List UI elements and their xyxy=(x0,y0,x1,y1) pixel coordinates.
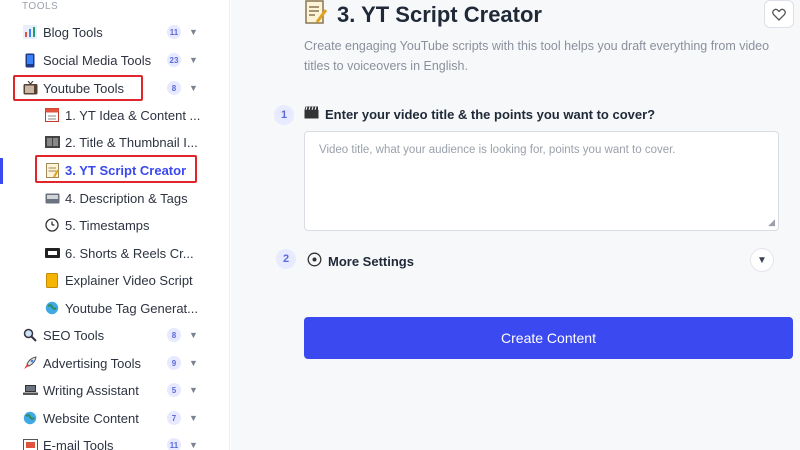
sidebar-item-label: Blog Tools xyxy=(43,24,103,40)
video-strip-icon xyxy=(44,245,60,261)
favorite-button[interactable] xyxy=(764,0,794,28)
sidebar-item-email-tools[interactable]: E-mail Tools xyxy=(22,434,114,450)
sidebar-subitem-label: 6. Shorts & Reels Cr... xyxy=(65,245,194,261)
chevron-down-icon[interactable]: ▼ xyxy=(189,358,198,368)
chevron-down-icon[interactable]: ▼ xyxy=(189,330,198,340)
sidebar-subitem-label: 1. YT Idea & Content ... xyxy=(65,107,201,123)
magnifier-icon xyxy=(22,327,38,343)
tag-icon xyxy=(44,190,60,206)
sidebar-item-blog-tools[interactable]: Blog Tools xyxy=(22,21,103,43)
envelope-icon xyxy=(22,437,38,450)
sidebar-item-advertising-tools[interactable]: Advertising Tools xyxy=(22,352,141,374)
chevron-down-icon[interactable]: ▼ xyxy=(189,27,198,37)
memo-icon xyxy=(44,162,60,178)
sidebar-subitem-description-tags[interactable]: 4. Description & Tags xyxy=(44,187,188,209)
sidebar-item-label: Website Content xyxy=(43,410,139,426)
sidebar-item-label: Advertising Tools xyxy=(43,355,142,371)
sidebar-item-social-media-tools[interactable]: Social Media Tools xyxy=(22,49,151,71)
sidebar-subitem-label: 4. Description & Tags xyxy=(65,190,188,206)
sidebar-subitem-youtube-tag-generator[interactable]: Youtube Tag Generat... xyxy=(44,297,198,319)
sidebar-item-label: SEO Tools xyxy=(43,327,105,343)
calendar-icon xyxy=(44,107,60,123)
sidebar-item-label: Youtube Tools xyxy=(43,80,124,96)
sidebar: TOOLS Blog Tools 11 ▼ Social Media Tools… xyxy=(0,0,230,450)
clock-icon xyxy=(44,217,60,233)
count-badge: 11 xyxy=(167,438,181,450)
sidebar-subitem-label: Explainer Video Script xyxy=(65,272,193,288)
heart-icon xyxy=(772,8,786,21)
resize-handle-icon[interactable]: ◢ xyxy=(768,217,775,228)
globe-icon xyxy=(44,300,60,316)
count-badge: 7 xyxy=(167,411,181,425)
sidebar-subitem-label: 5. Timestamps xyxy=(65,217,150,233)
clapper-board-icon xyxy=(304,106,319,122)
sidebar-section-title: TOOLS xyxy=(22,1,59,12)
document-icon xyxy=(44,272,60,288)
more-settings-toggle-label[interactable]: More Settings xyxy=(307,252,414,270)
sidebar-item-website-content[interactable]: Website Content xyxy=(22,407,139,429)
sidebar-subitem-yt-script-creator[interactable]: 3. YT Script Creator xyxy=(44,159,186,181)
main-panel: 3. YT Script Creator Create engaging You… xyxy=(231,0,800,450)
expand-settings-button[interactable]: ▼ xyxy=(750,248,774,272)
globe-icon xyxy=(22,410,38,426)
bar-chart-icon xyxy=(22,24,38,40)
sidebar-item-writing-assistant[interactable]: Writing Assistant xyxy=(22,379,139,401)
chevron-down-icon[interactable]: ▼ xyxy=(189,440,198,450)
create-content-button[interactable]: Create Content xyxy=(304,317,793,359)
count-badge: 11 xyxy=(167,25,181,39)
step-number: 2 xyxy=(276,249,296,269)
count-badge: 5 xyxy=(167,383,181,397)
sidebar-subitem-label: 2. Title & Thumbnail I... xyxy=(65,134,198,150)
active-indicator xyxy=(0,158,3,184)
sidebar-item-label: Social Media Tools xyxy=(43,52,152,68)
memo-icon xyxy=(305,0,328,30)
chevron-down-icon[interactable]: ▼ xyxy=(189,55,198,65)
chevron-down-icon[interactable]: ▼ xyxy=(189,385,198,395)
tv-icon xyxy=(22,80,38,96)
sidebar-item-label: E-mail Tools xyxy=(43,437,114,450)
chevron-down-icon[interactable]: ▼ xyxy=(189,83,198,93)
page-description: Create engaging YouTube scripts with thi… xyxy=(304,39,770,73)
film-icon xyxy=(44,134,60,150)
count-badge: 8 xyxy=(167,81,181,95)
input-placeholder: Video title, what your audience is looki… xyxy=(319,144,676,156)
sidebar-subitem-title-thumbnail[interactable]: 2. Title & Thumbnail I... xyxy=(44,131,198,153)
step-label-text: Enter your video title & the points you … xyxy=(325,106,656,122)
count-badge: 23 xyxy=(167,53,181,67)
rocket-icon xyxy=(22,355,38,371)
phone-icon xyxy=(22,52,38,68)
sidebar-subitem-yt-idea[interactable]: 1. YT Idea & Content ... xyxy=(44,104,200,126)
sidebar-item-label: Writing Assistant xyxy=(43,382,139,398)
chevron-down-icon: ▼ xyxy=(757,254,767,266)
sidebar-subitem-explainer-video[interactable]: Explainer Video Script xyxy=(44,269,193,291)
chevron-down-icon[interactable]: ▼ xyxy=(189,413,198,423)
settings-icon xyxy=(307,252,322,270)
sidebar-subitem-timestamps[interactable]: 5. Timestamps xyxy=(44,214,150,236)
sidebar-subitem-shorts-reels[interactable]: 6. Shorts & Reels Cr... xyxy=(44,242,194,264)
step-number: 1 xyxy=(274,105,294,125)
step-label: Enter your video title & the points you … xyxy=(304,106,655,122)
sidebar-item-seo-tools[interactable]: SEO Tools xyxy=(22,324,104,346)
sidebar-item-youtube-tools[interactable]: Youtube Tools xyxy=(22,77,124,99)
step-label-text: More Settings xyxy=(328,253,414,269)
video-details-input[interactable]: Video title, what your audience is looki… xyxy=(304,131,779,231)
count-badge: 9 xyxy=(167,356,181,370)
count-badge: 8 xyxy=(167,328,181,342)
page-title: 3. YT Script Creator xyxy=(305,0,542,30)
page-title-text: 3. YT Script Creator xyxy=(337,2,542,27)
sidebar-subitem-label: Youtube Tag Generat... xyxy=(65,300,198,316)
laptop-icon xyxy=(22,382,38,398)
sidebar-subitem-label: 3. YT Script Creator xyxy=(65,162,187,178)
